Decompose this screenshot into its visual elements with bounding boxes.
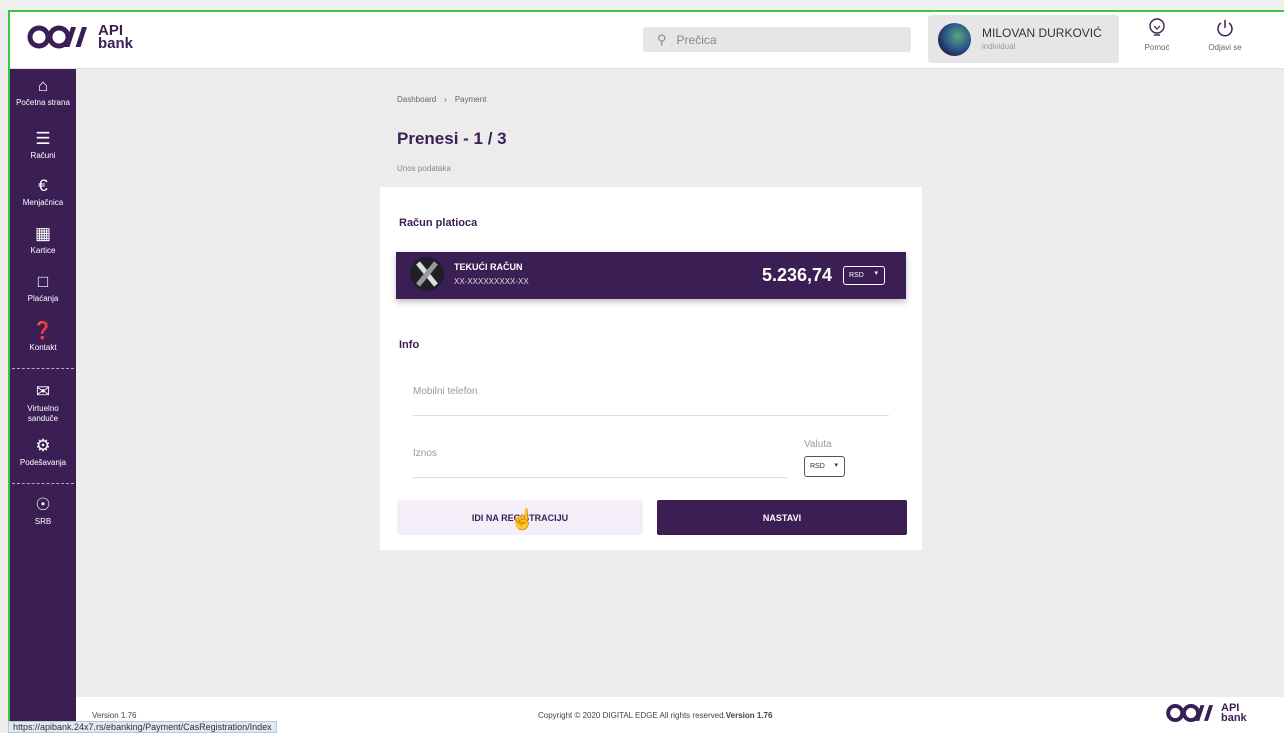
sidebar-item-contact[interactable]: ❓ Kontakt xyxy=(10,320,76,353)
breadcrumb: Dashboard › Payment xyxy=(397,95,486,104)
sidebar-item-label: Virtuelno sanduče xyxy=(27,404,59,423)
list-icon: ☰ xyxy=(35,129,51,148)
copyright-text: Copyright © 2020 DIGITAL EDGE All rights… xyxy=(538,711,726,720)
sidebar-item-label: Kartice xyxy=(30,246,56,255)
sidebar-item-label: SRB xyxy=(34,517,52,526)
phone-field[interactable]: Mobilni telefon xyxy=(413,377,889,416)
page-subtitle: Unos podataka xyxy=(397,164,451,173)
chevron-down-icon: ▾ xyxy=(834,462,838,469)
currency-value: RSD xyxy=(810,463,825,470)
wallet-icon: □ xyxy=(37,272,49,291)
browser-top-strip xyxy=(0,0,1284,10)
sidebar-item-accounts[interactable]: ☰ Računi xyxy=(10,128,76,161)
copyright-version: Version 1.76 xyxy=(725,711,773,720)
mail-icon: ✉ xyxy=(35,382,51,401)
sidebar-item-label: Računi xyxy=(30,151,56,160)
payer-account-selector[interactable]: TEKUĆI RAČUN XX-XXXXXXXXX-XX 5.236,74 RS… xyxy=(396,252,906,299)
search-placeholder: Prečica xyxy=(676,32,717,47)
account-number: XX-XXXXXXXXX-XX xyxy=(454,277,529,286)
footer-copyright: Copyright © 2020 DIGITAL EDGE All rights… xyxy=(538,711,772,720)
sidebar-item-exchange[interactable]: € Menjačnica xyxy=(10,175,76,208)
avatar xyxy=(938,23,971,56)
currency-select[interactable]: RSD ▾ xyxy=(804,456,845,477)
api-logo-icon xyxy=(1166,703,1214,723)
amount-field[interactable]: Iznos xyxy=(413,439,787,478)
account-currency-value: RSD xyxy=(849,272,864,279)
hand-cursor-icon: ☝ xyxy=(510,509,535,531)
help-label: Pomoć xyxy=(1144,43,1170,52)
help-bulb-icon xyxy=(1133,18,1181,40)
sidebar-item-label: Plaćanja xyxy=(27,294,59,303)
app-logo[interactable]: API bank xyxy=(26,23,134,52)
account-name: TEKUĆI RAČUN xyxy=(454,262,523,272)
chat-icon: ❓ xyxy=(32,321,54,340)
sidebar-item-label: Početna strana xyxy=(16,98,70,107)
footer-logo: API bank xyxy=(1165,702,1247,724)
top-header: API bank ⚲ Prečica MILOVAN DURKOVIĆ indi… xyxy=(10,12,1284,69)
payment-form-card: Račun platioca TEKUĆI RAČUN XX-XXXXXXXXX… xyxy=(380,187,922,550)
breadcrumb-current: Payment xyxy=(454,95,487,104)
footer-version: Version 1.76 xyxy=(92,711,137,720)
card-icon: ▦ xyxy=(34,224,52,243)
sidebar-divider xyxy=(12,368,74,369)
account-balance: 5.236,74 xyxy=(762,265,833,285)
power-icon xyxy=(1201,18,1249,40)
breadcrumb-separator: › xyxy=(444,95,447,104)
sidebar: ⌂ Početna strana ☰ Računi € Menjačnica ▦… xyxy=(10,69,76,733)
logo-text: API bank xyxy=(98,23,134,52)
footer-logo-word-bank: bank xyxy=(1221,712,1247,724)
user-profile[interactable]: MILOVAN DURKOVIĆ individual xyxy=(928,15,1119,63)
amount-placeholder: Iznos xyxy=(413,448,437,459)
sidebar-item-label: Podešavanja xyxy=(19,458,67,467)
search-icon: ⚲ xyxy=(657,31,667,47)
logo-word-bank: bank xyxy=(98,35,134,52)
help-button[interactable]: Pomoć xyxy=(1133,18,1181,52)
sidebar-item-mailbox[interactable]: ✉ Virtuelno sanduče xyxy=(10,381,76,424)
home-icon: ⌂ xyxy=(37,76,49,95)
chevron-down-icon: ▾ xyxy=(874,270,878,277)
sidebar-item-language[interactable]: ☉ SRB xyxy=(10,494,76,527)
globe-icon: ☉ xyxy=(35,495,51,514)
page-title: Prenesi - 1 / 3 xyxy=(397,129,507,148)
api-logo-icon xyxy=(27,25,88,49)
sidebar-item-settings[interactable]: ⚙ Podešavanja xyxy=(10,435,76,468)
account-logo-icon xyxy=(410,257,444,291)
footer-logo-text: API bank xyxy=(1221,703,1247,724)
user-type: individual xyxy=(982,42,1016,51)
sidebar-divider xyxy=(12,483,74,484)
sidebar-item-cards[interactable]: ▦ Kartice xyxy=(10,223,76,256)
search-input[interactable]: ⚲ Prečica xyxy=(643,27,911,52)
sidebar-item-payments[interactable]: □ Plaćanja xyxy=(10,271,76,304)
account-currency-select[interactable]: RSD ▾ xyxy=(843,266,885,285)
logout-button[interactable]: Odjavi se xyxy=(1201,18,1249,52)
phone-placeholder: Mobilni telefon xyxy=(413,386,478,397)
status-bar-url: https://apibank.24x7.rs/ebanking/Payment… xyxy=(8,721,277,733)
sidebar-item-label: Menjačnica xyxy=(22,198,64,207)
sidebar-item-label: Kontakt xyxy=(29,343,57,352)
user-name: MILOVAN DURKOVIĆ xyxy=(982,26,1102,40)
gear-icon: ⚙ xyxy=(35,436,51,455)
logout-label: Odjavi se xyxy=(1208,43,1242,52)
continue-button[interactable]: NASTAVI xyxy=(657,500,907,535)
info-section-title: Info xyxy=(399,339,420,351)
breadcrumb-dashboard-link[interactable]: Dashboard xyxy=(397,95,436,104)
exchange-icon: € xyxy=(38,176,48,195)
sidebar-item-home[interactable]: ⌂ Početna strana xyxy=(10,75,76,108)
currency-label: Valuta xyxy=(804,439,832,450)
payer-section-title: Račun platioca xyxy=(399,217,478,229)
